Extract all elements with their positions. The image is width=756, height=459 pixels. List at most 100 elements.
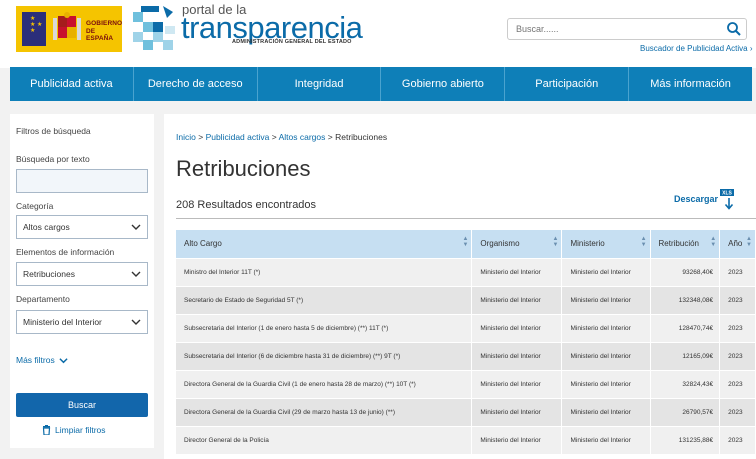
results-table: Alto Cargo ▲ ▼ Organismo ▲ ▼ Ministerio ▲ ▼ Re… [176, 230, 756, 454]
chevron-down-icon [131, 319, 141, 325]
table-row[interactable]: Directora General de la Guardia Civil (2… [176, 397, 756, 426]
portal-transparencia-logo-icon[interactable] [133, 4, 179, 50]
column-header-organismo[interactable]: Organismo ▲ ▼ [471, 230, 563, 258]
table-header-row: Alto Cargo ▲ ▼ Organismo ▲ ▼ Ministerio ▲ ▼ Re… [176, 230, 756, 258]
search-button[interactable]: Buscar [16, 393, 148, 417]
column-header-label: Ministerio [570, 239, 605, 249]
results-divider [176, 218, 756, 219]
cell-organismo: Ministerio del Interior [471, 341, 563, 370]
gov-logo-line-2: DE ESPAÑA [86, 27, 114, 43]
info-elements-select-value: Retribuciones [23, 269, 75, 279]
gobierno-de-espana-logo[interactable]: ★ ★ ★ ★ GOBIERNO DE ESPAÑA [16, 6, 122, 52]
chevron-down-icon [131, 271, 141, 277]
search-icon[interactable] [726, 21, 742, 37]
results-count: 208 Resultados encontrados [176, 199, 317, 211]
nav-item-gobierno-abierto[interactable]: Gobierno abierto [381, 67, 506, 101]
category-select[interactable]: Altos cargos [16, 215, 148, 239]
cell-alto-cargo: Director General de la Policía [176, 425, 473, 454]
column-header-retribucion[interactable]: Retribución ▲ ▼ [650, 230, 721, 258]
column-header-label: Año [728, 239, 743, 249]
column-header-ministerio[interactable]: Ministerio ▲ ▼ [561, 230, 651, 258]
cell-ano: 2023 [719, 397, 756, 426]
cell-ministerio: Ministerio del Interior [561, 425, 651, 454]
table-row[interactable]: Subsecretaria del Interior (6 de diciemb… [176, 341, 756, 370]
breadcrumb-separator: > [198, 132, 204, 142]
nav-item-participacion[interactable]: Participación [505, 67, 630, 101]
table-row[interactable]: Directora General de la Guardia Civil (1… [176, 369, 756, 398]
cell-alto-cargo: Ministro del Interior 11T (*) [176, 257, 473, 286]
table-row[interactable]: Ministro del Interior 11T (*) Ministerio… [176, 257, 756, 286]
cell-retribucion: 93268,40€ [650, 257, 721, 286]
more-filters-toggle[interactable]: Más filtros [16, 355, 68, 365]
cell-alto-cargo: Directora General de la Guardia Civil (2… [176, 397, 473, 426]
nav-item-integridad[interactable]: Integridad [258, 67, 382, 101]
category-label: Categoría [16, 201, 54, 211]
xls-format-label: XLS [722, 191, 732, 197]
table-row[interactable]: Director General de la Policía Ministeri… [176, 425, 756, 454]
cell-ano: 2023 [719, 257, 756, 286]
cell-ano: 2023 [719, 369, 756, 398]
site-search[interactable] [507, 18, 747, 40]
cell-organismo: Ministerio del Interior [471, 397, 563, 426]
breadcrumb-separator: > [327, 132, 333, 142]
column-header-ano[interactable]: Año ▲ ▼ [719, 230, 756, 258]
table-row[interactable]: Secretario de Estado de Seguridad 5T (*)… [176, 285, 756, 314]
table-row[interactable]: Subsecretaria del Interior (1 de enero h… [176, 313, 756, 342]
download-link[interactable]: Descargar [674, 194, 718, 204]
site-search-input[interactable] [508, 19, 708, 39]
more-filters-label: Más filtros [16, 355, 55, 365]
cell-organismo: Ministerio del Interior [471, 285, 563, 314]
cell-alto-cargo: Directora General de la Guardia Civil (1… [176, 369, 473, 398]
column-header-label: Alto Cargo [184, 239, 222, 249]
publicidad-activa-search-link-label: Buscador de Publicidad Activa [640, 44, 748, 53]
sort-icon: ▲ ▼ [710, 236, 717, 248]
portal-subtitle: ADMINISTRACIÓN GENERAL DEL ESTADO [232, 39, 352, 45]
cell-ano: 2023 [719, 425, 756, 454]
breadcrumb-separator: > [271, 132, 277, 142]
main-navigation: Publicidad activa Derecho de acceso Inte… [10, 67, 752, 101]
cell-ministerio: Ministerio del Interior [561, 397, 651, 426]
trash-icon [42, 425, 51, 435]
breadcrumb-altos-cargos[interactable]: Altos cargos [279, 132, 326, 142]
cell-ministerio: Ministerio del Interior [561, 313, 651, 342]
cell-organismo: Ministerio del Interior [471, 257, 563, 286]
nav-item-derecho-de-acceso[interactable]: Derecho de acceso [134, 67, 258, 101]
nav-item-publicidad-activa[interactable]: Publicidad activa [10, 67, 134, 101]
cell-alto-cargo: Subsecretaria del Interior (1 de enero h… [176, 313, 473, 342]
department-label: Departamento [16, 294, 70, 304]
cell-organismo: Ministerio del Interior [471, 425, 563, 454]
filters-sidebar: Filtros de búsqueda Búsqueda por texto C… [10, 114, 154, 448]
cell-ano: 2023 [719, 313, 756, 342]
text-search-input[interactable] [16, 169, 148, 193]
publicidad-activa-search-link[interactable]: Buscador de Publicidad Activa › [640, 44, 753, 53]
text-search-label: Búsqueda por texto [16, 154, 90, 164]
clear-filters-button[interactable]: Limpiar filtros [42, 425, 106, 435]
department-select[interactable]: Ministerio del Interior [16, 310, 148, 334]
cell-retribucion: 131235,88€ [650, 425, 721, 454]
column-header-label: Organismo [480, 239, 520, 249]
cell-retribucion: 128470,74€ [650, 313, 721, 342]
nav-item-mas-informacion[interactable]: Más información [629, 67, 752, 101]
breadcrumb-publicidad-activa[interactable]: Publicidad activa [206, 132, 270, 142]
xls-download-icon[interactable]: XLS [720, 189, 734, 211]
eu-flag-icon: ★ ★ ★ ★ [22, 12, 46, 46]
cell-ministerio: Ministerio del Interior [561, 341, 651, 370]
breadcrumb-inicio[interactable]: Inicio [176, 132, 196, 142]
cell-ministerio: Ministerio del Interior [561, 285, 651, 314]
coat-of-arms-icon [53, 12, 81, 40]
cell-retribucion: 12165,09€ [650, 341, 721, 370]
breadcrumb: Inicio > Publicidad activa > Altos cargo… [176, 132, 387, 142]
cell-ano: 2023 [719, 341, 756, 370]
main-content: Inicio > Publicidad activa > Altos cargo… [164, 114, 756, 459]
info-elements-select[interactable]: Retribuciones [16, 262, 148, 286]
department-select-value: Ministerio del Interior [23, 317, 102, 327]
sort-icon: ▲ ▼ [552, 236, 559, 248]
cell-retribucion: 132348,08€ [650, 285, 721, 314]
chevron-down-icon [59, 357, 68, 363]
cell-retribucion: 26790,57€ [650, 397, 721, 426]
category-select-value: Altos cargos [23, 222, 70, 232]
sort-icon: ▲ ▼ [462, 236, 469, 248]
info-elements-label: Elementos de información [16, 247, 115, 257]
column-header-alto-cargo[interactable]: Alto Cargo ▲ ▼ [176, 230, 473, 258]
gov-logo-line-1: GOBIERNO [86, 20, 123, 27]
